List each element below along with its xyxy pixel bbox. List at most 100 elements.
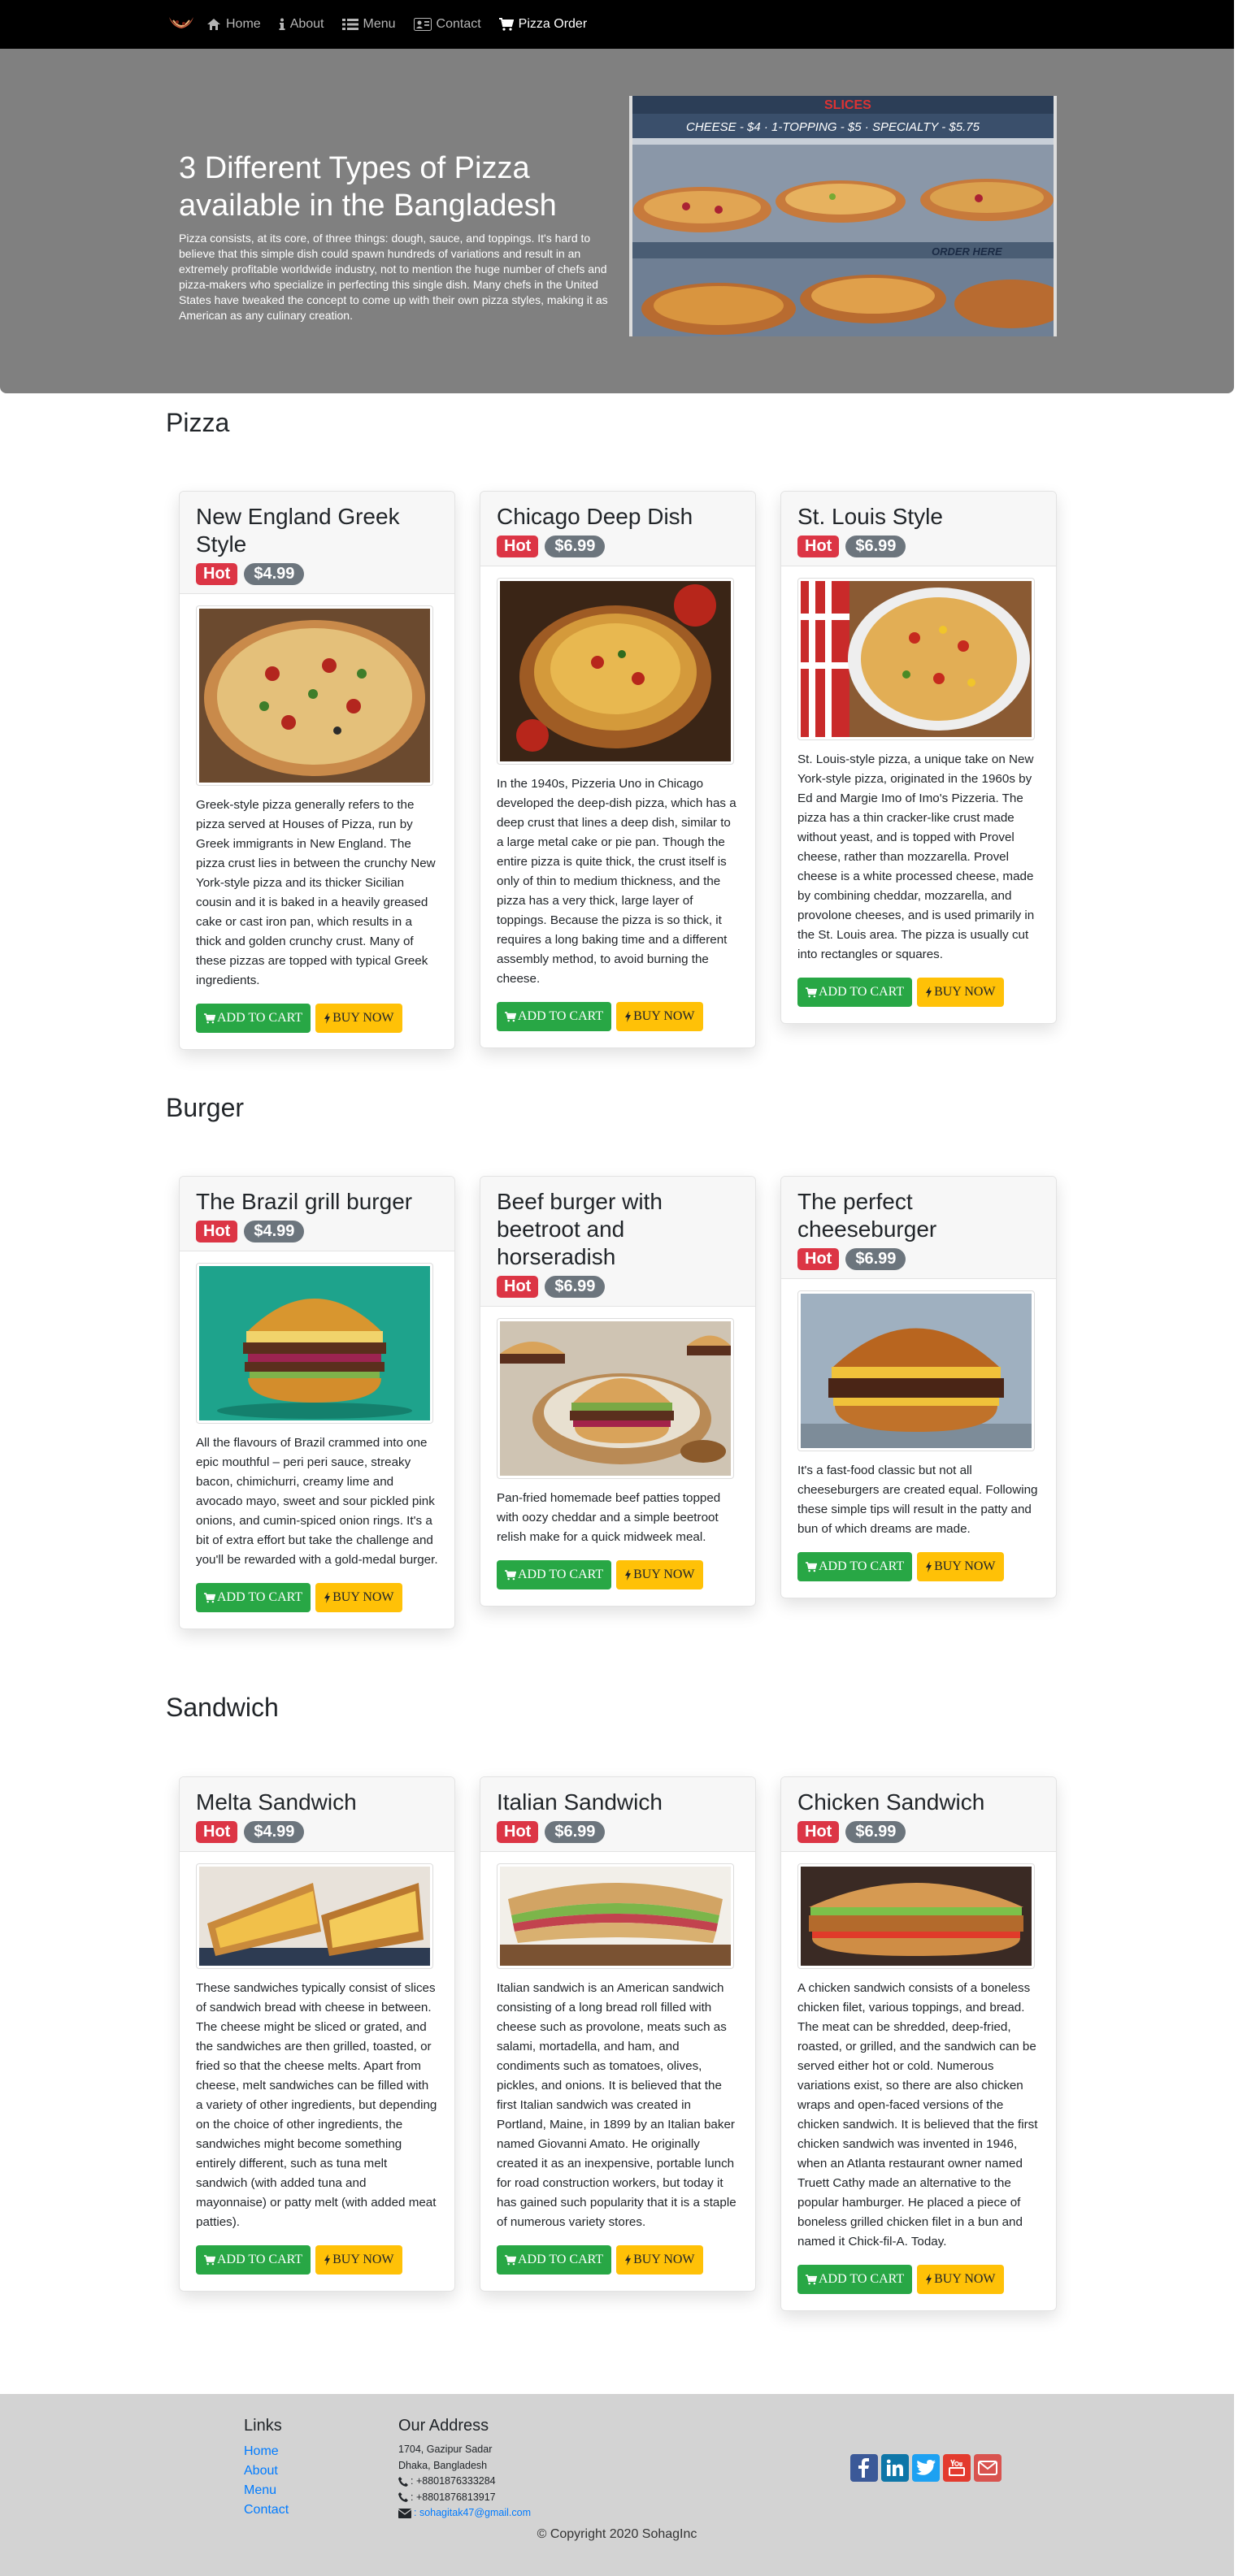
footer-link-about[interactable]: About bbox=[244, 2461, 289, 2481]
add-to-cart-label: ADD TO CART bbox=[518, 1009, 604, 1023]
linkedin-icon[interactable] bbox=[881, 2454, 909, 2482]
nav-home[interactable]: Home bbox=[206, 17, 261, 32]
product-image bbox=[797, 578, 1035, 740]
facebook-icon[interactable] bbox=[850, 2454, 878, 2482]
nav-pizza-order[interactable]: Pizza Order bbox=[498, 17, 588, 32]
mail-icon[interactable] bbox=[974, 2454, 1002, 2482]
product-card: Italian Sandwich Hot $6.99 Italian sandw… bbox=[480, 1776, 756, 2292]
nav-contact[interactable]: Contact bbox=[413, 17, 481, 32]
product-description: These sandwiches typically consist of sl… bbox=[196, 1981, 437, 2229]
envelope-icon bbox=[398, 2508, 411, 2518]
brand-logo[interactable] bbox=[166, 12, 197, 37]
bolt-icon bbox=[926, 1561, 932, 1572]
buy-now-label: BUY NOW bbox=[633, 1009, 695, 1023]
phone-line: : +8801876813917 bbox=[398, 2490, 531, 2506]
phone-number: : +8801876813917 bbox=[411, 2491, 496, 2503]
price-badge: $4.99 bbox=[244, 1221, 305, 1242]
product-image bbox=[196, 1263, 433, 1424]
product-card: Melta Sandwich Hot $4.99 These sandwiche… bbox=[179, 1776, 455, 2292]
bolt-icon bbox=[926, 2274, 932, 2285]
card-header: St. Louis Style Hot $6.99 bbox=[781, 492, 1056, 566]
nav-about[interactable]: About bbox=[279, 17, 324, 32]
add-to-cart-button[interactable]: ADD TO CART bbox=[497, 1560, 612, 1589]
section-title-burger: Burger bbox=[166, 1093, 245, 1122]
hot-badge: Hot bbox=[797, 536, 840, 557]
hot-badge: Hot bbox=[497, 1821, 539, 1843]
add-to-cart-label: ADD TO CART bbox=[217, 1590, 303, 1604]
footer-link-home[interactable]: Home bbox=[244, 2442, 289, 2461]
footer-links-title: Links bbox=[244, 2417, 282, 2435]
hot-badge: Hot bbox=[196, 1221, 238, 1242]
product-title: Italian Sandwich bbox=[497, 1789, 663, 1815]
phone-icon bbox=[398, 2492, 408, 2503]
buy-now-button[interactable]: BUY NOW bbox=[315, 2245, 402, 2275]
product-image bbox=[497, 1318, 734, 1479]
nav-menu[interactable]: Menu bbox=[341, 17, 396, 32]
product-description: Pan-fried homemade beef patties topped w… bbox=[497, 1491, 721, 1544]
add-to-cart-label: ADD TO CART bbox=[217, 2253, 303, 2266]
buy-now-label: BUY NOW bbox=[332, 1011, 394, 1025]
add-to-cart-button[interactable]: ADD TO CART bbox=[196, 1583, 311, 1612]
buy-now-button[interactable]: BUY NOW bbox=[616, 1560, 703, 1589]
hot-badge: Hot bbox=[497, 1276, 539, 1298]
hot-badge: Hot bbox=[196, 1821, 238, 1843]
add-to-cart-label: ADD TO CART bbox=[819, 1559, 905, 1573]
card-header: Melta Sandwich Hot $4.99 bbox=[180, 1777, 454, 1852]
price-badge: $4.99 bbox=[244, 1821, 305, 1843]
hero-pizza-display-image: SLICES CHEESE - $4 · 1-TOPPING - $5 · SP… bbox=[629, 96, 1057, 336]
buy-now-button[interactable]: BUY NOW bbox=[315, 1583, 402, 1612]
buy-now-button[interactable]: BUY NOW bbox=[917, 1552, 1004, 1581]
add-to-cart-button[interactable]: ADD TO CART bbox=[797, 1552, 913, 1581]
footer-address: Our Address 1704, Gazipur Sadar Dhaka, B… bbox=[398, 2417, 531, 2522]
nav-about-label: About bbox=[289, 17, 324, 31]
buy-now-button[interactable]: BUY NOW bbox=[616, 2245, 703, 2275]
hero-text: Pizza consists, at its core, of three th… bbox=[179, 232, 608, 322]
add-to-cart-button[interactable]: ADD TO CART bbox=[497, 2245, 612, 2275]
list-icon bbox=[341, 19, 358, 30]
hot-badge: Hot bbox=[797, 1821, 840, 1843]
card-header: New England Greek Style Hot $4.99 bbox=[180, 492, 454, 594]
card-header: Italian Sandwich Hot $6.99 bbox=[480, 1777, 755, 1852]
buy-now-button[interactable]: BUY NOW bbox=[315, 1004, 402, 1033]
buy-now-button[interactable]: BUY NOW bbox=[917, 2265, 1004, 2294]
price-badge: $6.99 bbox=[845, 1248, 906, 1270]
twitter-icon[interactable] bbox=[912, 2454, 940, 2482]
bolt-icon bbox=[926, 987, 932, 998]
buy-now-button[interactable]: BUY NOW bbox=[917, 978, 1004, 1007]
buy-now-button[interactable]: BUY NOW bbox=[616, 1002, 703, 1031]
youtube-icon[interactable] bbox=[943, 2454, 971, 2482]
add-to-cart-button[interactable]: ADD TO CART bbox=[797, 2265, 913, 2294]
hero-sign-top: SLICES bbox=[824, 98, 871, 112]
email-line: : sohagitak47@gmail.com bbox=[398, 2505, 531, 2522]
cart-icon bbox=[204, 2254, 215, 2265]
price-badge: $4.99 bbox=[244, 563, 305, 585]
buy-now-label: BUY NOW bbox=[934, 985, 996, 999]
card-header: Chicago Deep Dish Hot $6.99 bbox=[480, 492, 755, 566]
add-to-cart-button[interactable]: ADD TO CART bbox=[196, 2245, 311, 2275]
bolt-icon bbox=[625, 1011, 632, 1022]
price-badge: $6.99 bbox=[845, 536, 906, 557]
product-title: The perfect cheeseburger bbox=[797, 1189, 937, 1242]
product-title: Chicago Deep Dish bbox=[497, 504, 693, 529]
footer: Links Home About Menu Contact Our Addres… bbox=[0, 2394, 1234, 2576]
copyright-text: © Copyright 2020 SohagInc bbox=[537, 2527, 697, 2541]
footer-link-menu[interactable]: Menu bbox=[244, 2481, 289, 2500]
product-card: Chicago Deep Dish Hot $6.99 In the 1940s… bbox=[480, 491, 756, 1048]
add-to-cart-button[interactable]: ADD TO CART bbox=[797, 978, 913, 1007]
bolt-icon bbox=[324, 2254, 331, 2266]
add-to-cart-button[interactable]: ADD TO CART bbox=[196, 1004, 311, 1033]
social-icons bbox=[850, 2454, 1005, 2482]
cart-icon bbox=[505, 1569, 516, 1580]
email-link[interactable]: : sohagitak47@gmail.com bbox=[414, 2505, 531, 2522]
address-line: Dhaka, Bangladesh bbox=[398, 2459, 488, 2471]
add-to-cart-label: ADD TO CART bbox=[518, 2253, 604, 2266]
footer-link-contact[interactable]: Contact bbox=[244, 2500, 289, 2520]
add-to-cart-button[interactable]: ADD TO CART bbox=[497, 1002, 612, 1031]
product-image bbox=[196, 1863, 433, 1969]
product-image bbox=[196, 605, 433, 786]
card-header: The perfect cheeseburger Hot $6.99 bbox=[781, 1177, 1056, 1279]
nav-pizza-order-label: Pizza Order bbox=[518, 17, 588, 31]
add-to-cart-label: ADD TO CART bbox=[217, 1011, 303, 1025]
phone-line: : +8801876333284 bbox=[398, 2474, 531, 2490]
buy-now-label: BUY NOW bbox=[934, 2272, 996, 2286]
